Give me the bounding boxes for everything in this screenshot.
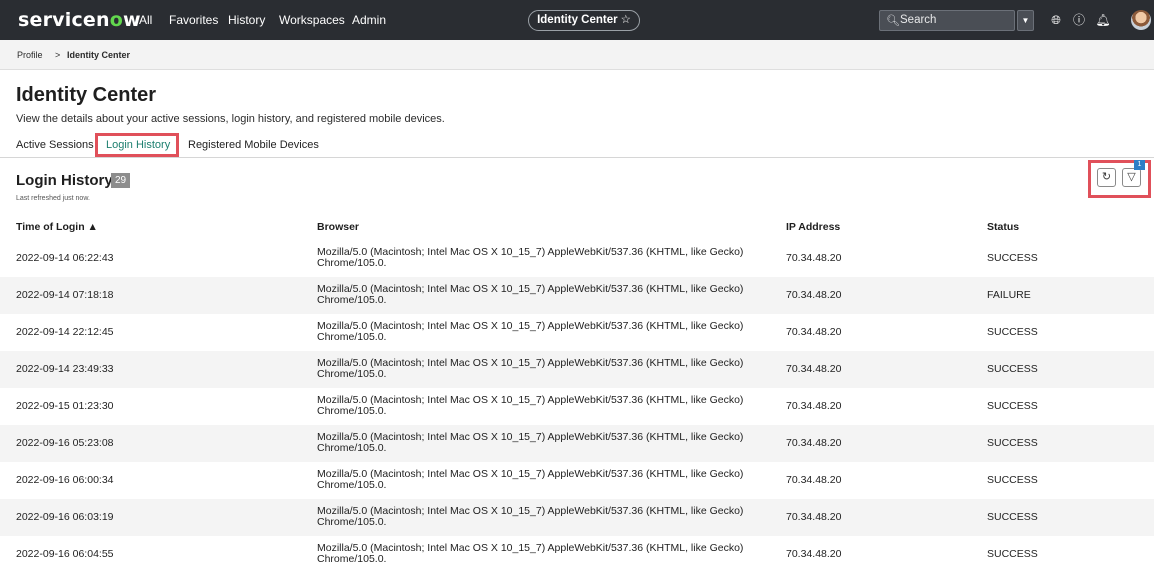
refresh-button[interactable]: ↻ bbox=[1097, 168, 1116, 187]
cell-time-of-login: 2022-09-16 06:03:19 bbox=[16, 511, 114, 523]
filter-icon: ▽ bbox=[1127, 171, 1136, 183]
table-row[interactable]: 2022-09-16 06:04:55 Mozilla/5.0 (Macintos… bbox=[0, 536, 1154, 573]
cell-time-of-login: 2022-09-14 07:18:18 bbox=[16, 289, 114, 301]
cell-status: SUCCESS bbox=[987, 326, 1038, 338]
chevron-down-icon: ▼ bbox=[1021, 16, 1030, 25]
global-search[interactable]: 🔍︎ bbox=[879, 10, 1015, 31]
nav-link-workspaces[interactable]: Workspaces bbox=[279, 13, 345, 27]
cell-time-of-login: 2022-09-14 22:12:45 bbox=[16, 326, 114, 338]
cell-ip-address: 70.34.48.20 bbox=[786, 511, 842, 523]
column-header-status[interactable]: Status bbox=[987, 221, 1019, 233]
section-title: Login History bbox=[16, 172, 113, 189]
cell-browser-line2: Chrome/105.0. bbox=[317, 294, 387, 306]
column-header-time-of-login[interactable]: Time of Login ▲ bbox=[16, 221, 98, 233]
table-row[interactable]: 2022-09-16 05:23:08 Mozilla/5.0 (Macintos… bbox=[0, 425, 1154, 462]
cell-browser: Mozilla/5.0 (Macintosh; Intel Mac OS X 1… bbox=[317, 284, 757, 306]
cell-browser: Mozilla/5.0 (Macintosh; Intel Mac OS X 1… bbox=[317, 506, 757, 528]
breadcrumb: Profile > Identity Center bbox=[0, 40, 1154, 70]
record-count-badge: 29 bbox=[111, 173, 131, 188]
cell-status: FAILURE bbox=[987, 289, 1031, 301]
cell-browser-line2: Chrome/105.0. bbox=[317, 368, 387, 380]
nav-link-admin[interactable]: Admin bbox=[352, 13, 386, 27]
table-row[interactable]: 2022-09-14 06:22:43 Mozilla/5.0 (Macintos… bbox=[0, 240, 1154, 277]
cell-time-of-login: 2022-09-16 05:23:08 bbox=[16, 437, 114, 449]
servicenow-logo[interactable]: servicenow bbox=[18, 9, 141, 31]
cell-browser: Mozilla/5.0 (Macintosh; Intel Mac OS X 1… bbox=[317, 432, 757, 454]
search-icon: 🔍︎ bbox=[886, 15, 900, 27]
cell-browser-line2: Chrome/105.0. bbox=[317, 553, 387, 565]
cell-ip-address: 70.34.48.20 bbox=[786, 400, 842, 412]
bell-icon[interactable]: 🔔︎ bbox=[1095, 12, 1111, 28]
nav-link-history[interactable]: History bbox=[228, 13, 265, 27]
cell-browser: Mozilla/5.0 (Macintosh; Intel Mac OS X 1… bbox=[317, 247, 757, 269]
search-scope-dropdown[interactable]: ▼ bbox=[1017, 10, 1034, 31]
table-row[interactable]: 2022-09-16 06:00:34 Mozilla/5.0 (Macintos… bbox=[0, 462, 1154, 499]
filter-button[interactable]: ▽ bbox=[1122, 168, 1141, 187]
column-header-ip-address[interactable]: IP Address bbox=[786, 221, 840, 233]
cell-ip-address: 70.34.48.20 bbox=[786, 437, 842, 449]
cell-browser-line2: Chrome/105.0. bbox=[317, 479, 387, 491]
table-row[interactable]: 2022-09-16 06:03:19 Mozilla/5.0 (Macintos… bbox=[0, 499, 1154, 536]
cell-status: SUCCESS bbox=[987, 511, 1038, 523]
cell-time-of-login: 2022-09-15 01:23:30 bbox=[16, 400, 114, 412]
cell-status: SUCCESS bbox=[987, 252, 1038, 264]
cell-browser-line2: Chrome/105.0. bbox=[317, 331, 387, 343]
table-row[interactable]: 2022-09-14 22:12:45 Mozilla/5.0 (Macintos… bbox=[0, 314, 1154, 351]
table-row[interactable]: 2022-09-15 01:23:30 Mozilla/5.0 (Macintos… bbox=[0, 388, 1154, 425]
cell-time-of-login: 2022-09-14 06:22:43 bbox=[16, 252, 114, 264]
cell-browser: Mozilla/5.0 (Macintosh; Intel Mac OS X 1… bbox=[317, 358, 757, 380]
help-icon[interactable]: ⓘ bbox=[1071, 12, 1087, 28]
avatar[interactable] bbox=[1131, 10, 1151, 30]
breadcrumb-current: Identity Center bbox=[67, 50, 131, 60]
cell-time-of-login: 2022-09-16 06:04:55 bbox=[16, 548, 114, 560]
tab-active-sessions[interactable]: Active Sessions bbox=[16, 139, 94, 151]
login-history-tab-highlight bbox=[95, 133, 179, 157]
cell-status: SUCCESS bbox=[987, 437, 1038, 449]
breadcrumb-profile[interactable]: Profile bbox=[17, 50, 43, 60]
cell-ip-address: 70.34.48.20 bbox=[786, 252, 842, 264]
cell-time-of-login: 2022-09-14 23:49:33 bbox=[16, 363, 114, 375]
cell-status: SUCCESS bbox=[987, 548, 1038, 560]
cell-browser-line2: Chrome/105.0. bbox=[317, 442, 387, 454]
cell-status: SUCCESS bbox=[987, 474, 1038, 486]
cell-ip-address: 70.34.48.20 bbox=[786, 474, 842, 486]
table-row[interactable]: 2022-09-14 07:18:18 Mozilla/5.0 (Macintos… bbox=[0, 277, 1154, 314]
last-refreshed-text: Last refreshed just now. bbox=[16, 195, 90, 202]
breadcrumb-separator: > bbox=[55, 50, 61, 60]
context-title-pill[interactable]: Identity Center ☆ bbox=[528, 10, 640, 31]
page-description: View the details about your active sessi… bbox=[16, 113, 445, 125]
page-title: Identity Center bbox=[16, 84, 157, 106]
nav-link-favorites[interactable]: Favorites bbox=[169, 13, 218, 27]
favorite-star-icon[interactable]: ☆ bbox=[621, 14, 631, 26]
cell-ip-address: 70.34.48.20 bbox=[786, 289, 842, 301]
cell-browser: Mozilla/5.0 (Macintosh; Intel Mac OS X 1… bbox=[317, 321, 757, 343]
cell-browser-line2: Chrome/105.0. bbox=[317, 516, 387, 528]
cell-browser: Mozilla/5.0 (Macintosh; Intel Mac OS X 1… bbox=[317, 395, 757, 417]
column-header-browser[interactable]: Browser bbox=[317, 221, 359, 233]
cell-browser-line2: Chrome/105.0. bbox=[317, 405, 387, 417]
cell-ip-address: 70.34.48.20 bbox=[786, 548, 842, 560]
top-navigation-bar: servicenow All Favorites History Workspa… bbox=[0, 0, 1154, 40]
refresh-icon: ↻ bbox=[1101, 171, 1112, 183]
cell-status: SUCCESS bbox=[987, 363, 1038, 375]
cell-status: SUCCESS bbox=[987, 400, 1038, 412]
cell-browser: Mozilla/5.0 (Macintosh; Intel Mac OS X 1… bbox=[317, 469, 757, 491]
tab-divider bbox=[0, 157, 1154, 158]
globe-icon[interactable]: 🌐︎ bbox=[1048, 12, 1064, 28]
table-row[interactable]: 2022-09-14 23:49:33 Mozilla/5.0 (Macintos… bbox=[0, 351, 1154, 388]
tab-registered-mobile-devices[interactable]: Registered Mobile Devices bbox=[188, 139, 319, 151]
cell-browser: Mozilla/5.0 (Macintosh; Intel Mac OS X 1… bbox=[317, 543, 757, 565]
filter-count-badge: 1 bbox=[1134, 160, 1145, 170]
cell-time-of-login: 2022-09-16 06:00:34 bbox=[16, 474, 114, 486]
search-input[interactable] bbox=[900, 13, 1000, 27]
cell-browser-line2: Chrome/105.0. bbox=[317, 257, 387, 269]
cell-ip-address: 70.34.48.20 bbox=[786, 326, 842, 338]
nav-link-all[interactable]: All bbox=[139, 13, 152, 27]
cell-ip-address: 70.34.48.20 bbox=[786, 363, 842, 375]
